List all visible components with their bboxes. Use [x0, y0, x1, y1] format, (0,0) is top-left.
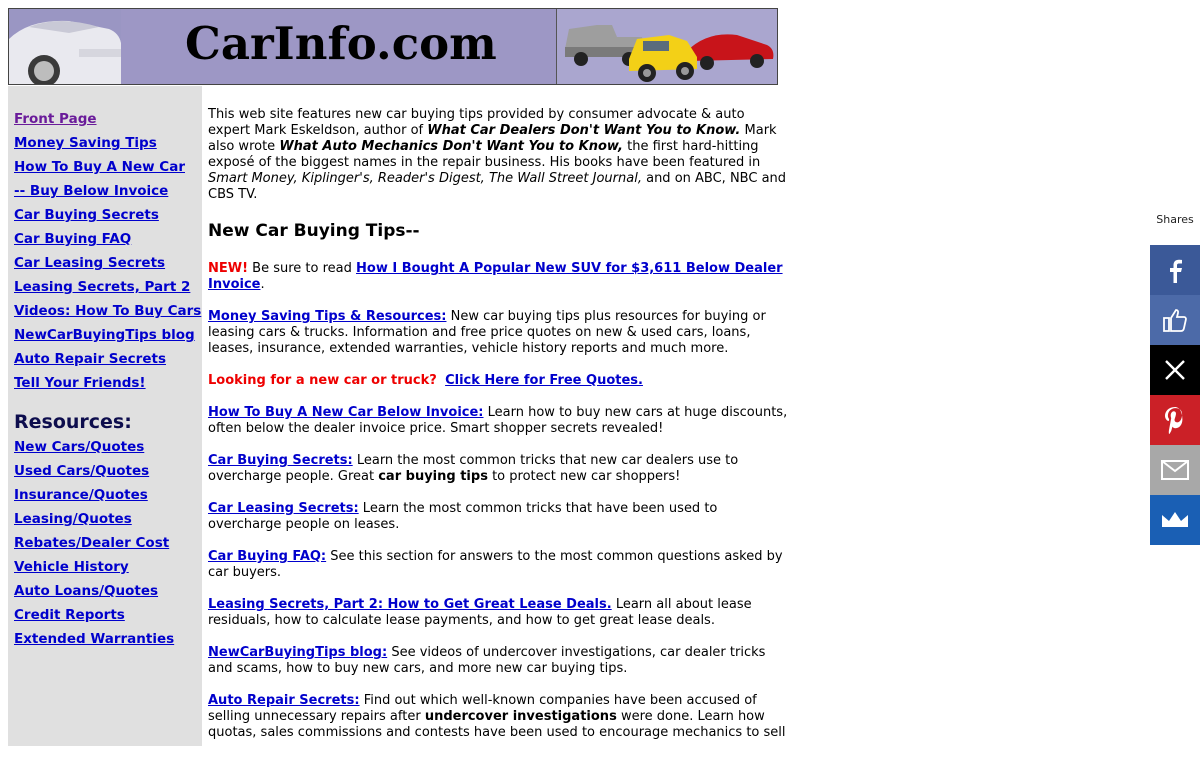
sidebar-link-front-page[interactable]: Front Page [14, 110, 201, 134]
resource-link-insurance[interactable]: Insurance/Quotes [14, 486, 174, 510]
leasing-paragraph: Car Leasing Secrets: Learn the most comm… [208, 501, 790, 533]
section-heading: New Car Buying Tips-- [208, 221, 420, 241]
new-item-text: Be sure to read [248, 261, 357, 276]
resource-link-credit-reports[interactable]: Credit Reports [14, 606, 174, 630]
intro-paragraph: This web site features new car buying ti… [208, 107, 790, 203]
looking-text: Looking for a new car or truck? [208, 373, 437, 388]
envelope-icon [1161, 460, 1189, 480]
sidebar-nav: Front Page Money Saving Tips How To Buy … [14, 110, 201, 398]
car-leasing-secrets-link[interactable]: Car Leasing Secrets: [208, 501, 359, 516]
car-buying-secrets-link[interactable]: Car Buying Secrets: [208, 453, 353, 468]
resources-heading: Resources: [14, 411, 132, 433]
sidebar-link-money-saving-tips[interactable]: Money Saving Tips [14, 134, 201, 158]
blog-paragraph: NewCarBuyingTips blog: See videos of und… [208, 645, 790, 677]
money-paragraph: Money Saving Tips & Resources: New car b… [208, 309, 790, 357]
facebook-icon [1170, 259, 1182, 283]
looking-paragraph: Looking for a new car or truck? Click He… [208, 373, 790, 389]
leasing-secrets-2-link[interactable]: Leasing Secrets, Part 2: How to Get Grea… [208, 597, 612, 612]
crown-icon [1162, 512, 1188, 527]
sidebar-link-buy-below-invoice[interactable]: -- Buy Below Invoice [14, 182, 201, 206]
free-quotes-link[interactable]: Click Here for Free Quotes. [445, 373, 643, 388]
auto-repair-secrets-link[interactable]: Auto Repair Secrets: [208, 693, 360, 708]
main-content: This web site features new car buying ti… [208, 107, 790, 757]
resource-link-leasing[interactable]: Leasing/Quotes [14, 510, 174, 534]
howto-paragraph: How To Buy A New Car Below Invoice: Lear… [208, 405, 790, 437]
sidebar-link-car-buying-secrets[interactable]: Car Buying Secrets [14, 206, 201, 230]
sumo-share-button[interactable] [1150, 495, 1200, 545]
x-icon [1165, 360, 1185, 380]
resource-link-rebates[interactable]: Rebates/Dealer Cost [14, 534, 174, 558]
secrets-text: to protect new car shoppers! [487, 469, 681, 484]
pinterest-icon [1165, 407, 1183, 434]
resource-link-auto-loans[interactable]: Auto Loans/Quotes [14, 582, 174, 606]
car-buying-faq-link[interactable]: Car Buying FAQ: [208, 549, 326, 564]
banner-cars-image-right [556, 9, 777, 84]
shares-label: Shares [1156, 213, 1194, 226]
pinterest-share-button[interactable] [1150, 395, 1200, 445]
site-title: CarInfo.com [185, 17, 497, 70]
sidebar-link-how-to-buy[interactable]: How To Buy A New Car [14, 158, 201, 182]
faq-paragraph: Car Buying FAQ: See this section for ans… [208, 549, 790, 581]
sidebar-link-auto-repair-secrets[interactable]: Auto Repair Secrets [14, 350, 201, 374]
book-title-car-dealers: What Car Dealers Don't Want You to Know. [427, 123, 741, 138]
site-banner: CarInfo.com [8, 8, 778, 85]
sidebar-link-car-buying-faq[interactable]: Car Buying FAQ [14, 230, 201, 254]
sidebar-link-blog[interactable]: NewCarBuyingTips blog [14, 326, 201, 350]
book-title-auto-mechanics: What Auto Mechanics Don't Want You to Kn… [279, 139, 623, 154]
resource-link-new-cars[interactable]: New Cars/Quotes [14, 438, 174, 462]
like-share-button[interactable] [1150, 295, 1200, 345]
sidebar-link-videos[interactable]: Videos: How To Buy Cars [14, 302, 201, 326]
repair-paragraph: Auto Repair Secrets: Find out which well… [208, 693, 790, 741]
resource-link-used-cars[interactable]: Used Cars/Quotes [14, 462, 174, 486]
new-badge: NEW! [208, 261, 249, 276]
repair-bold: undercover investigations [424, 709, 617, 724]
sidebar-link-tell-friends[interactable]: Tell Your Friends! [14, 374, 201, 398]
resource-link-vehicle-history[interactable]: Vehicle History [14, 558, 174, 582]
secrets-paragraph: Car Buying Secrets: Learn the most commo… [208, 453, 790, 485]
facebook-share-button[interactable] [1150, 245, 1200, 295]
blog-link[interactable]: NewCarBuyingTips blog: [208, 645, 387, 660]
money-saving-link[interactable]: Money Saving Tips & Resources: [208, 309, 446, 324]
banner-car-image-left [9, 9, 121, 84]
leasing2-paragraph: Leasing Secrets, Part 2: How to Get Grea… [208, 597, 790, 629]
email-share-button[interactable] [1150, 445, 1200, 495]
sidebar-link-leasing-secrets-2[interactable]: Leasing Secrets, Part 2 [14, 278, 201, 302]
sidebar-link-car-leasing-secrets[interactable]: Car Leasing Secrets [14, 254, 201, 278]
how-to-buy-link[interactable]: How To Buy A New Car Below Invoice: [208, 405, 484, 420]
x-share-button[interactable] [1150, 345, 1200, 395]
thumbs-up-icon [1163, 309, 1187, 332]
resources-nav: New Cars/Quotes Used Cars/Quotes Insuran… [14, 438, 174, 654]
featured-publications: Smart Money, Kiplinger's, Reader's Diges… [208, 171, 642, 186]
new-item-paragraph: NEW! Be sure to read How I Bought A Popu… [208, 261, 790, 293]
sidebar: Front Page Money Saving Tips How To Buy … [8, 86, 202, 746]
secrets-bold: car buying tips [378, 469, 488, 484]
resource-link-extended-warranties[interactable]: Extended Warranties [14, 630, 174, 654]
new-item-end: . [260, 277, 265, 292]
